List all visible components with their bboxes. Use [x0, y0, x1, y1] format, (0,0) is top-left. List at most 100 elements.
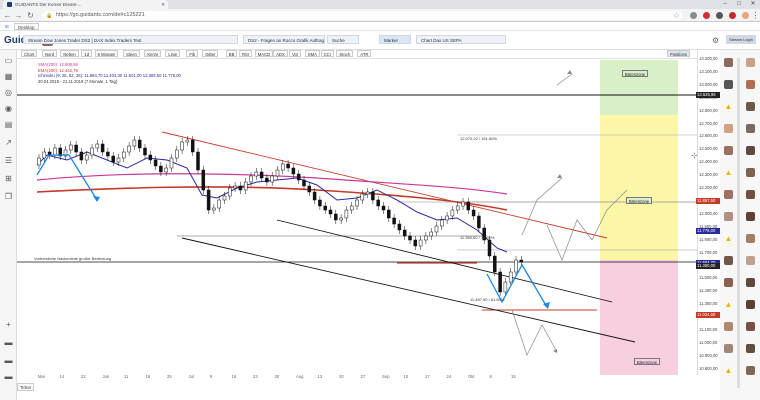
- toolbar-button-11[interactable]: RSI: [239, 50, 252, 57]
- settings-icon[interactable]: ⚙: [712, 36, 719, 45]
- extension-icon[interactable]: [729, 12, 736, 19]
- list-icon[interactable]: ☰: [3, 156, 14, 165]
- reload-icon[interactable]: ↻: [26, 10, 35, 21]
- close-window-icon[interactable]: ✕: [746, 0, 760, 9]
- toolbar-button-5[interactable]: Ideen: [123, 50, 140, 57]
- toolbar-button-4[interactable]: 6 Monate: [94, 50, 119, 57]
- extension-icon[interactable]: [716, 12, 723, 19]
- grid-icon[interactable]: ⊞: [3, 174, 14, 183]
- browser-tab[interactable]: GUIDANTS Der Korner Dream-... ✕: [3, 0, 168, 9]
- toolbar-button-6[interactable]: Kerze: [144, 50, 162, 57]
- add-icon[interactable]: +: [3, 320, 14, 329]
- positions-button[interactable]: Positions: [667, 50, 690, 57]
- avatar[interactable]: [746, 278, 755, 287]
- monitor-icon[interactable]: ▭: [3, 56, 14, 65]
- avatar[interactable]: [746, 234, 755, 243]
- target-icon[interactable]: ◎: [3, 88, 14, 97]
- price-tick-label: 12.300,00: [699, 172, 718, 178]
- toolbar-button-1[interactable]: Nord: [42, 50, 58, 57]
- tab-suche[interactable]: Suche: [327, 35, 359, 44]
- tab-chart-dax[interactable]: Chart Dax US SEPA: [416, 35, 506, 44]
- annotation-fib-b: 11.487,90 / 61.80%: [470, 297, 505, 302]
- maximize-icon[interactable]: □: [732, 0, 746, 9]
- profile-icon[interactable]: [742, 12, 749, 19]
- toolbar-button-14[interactable]: Vol: [289, 50, 301, 57]
- toolbar-button-10[interactable]: BB: [225, 50, 238, 57]
- toolbar-button-3[interactable]: 1d: [81, 50, 93, 57]
- url-input[interactable]: 🔒 https://go.guidants.com/de#c125221: [42, 11, 682, 20]
- avatar[interactable]: [746, 80, 755, 89]
- avatar[interactable]: [724, 256, 733, 265]
- tab-fragen[interactable]: DS2 - Fragen an Rocco Grafik Auftrag Tec…: [243, 35, 325, 44]
- toolbar-button-2[interactable]: Neben: [60, 50, 79, 57]
- avatar[interactable]: [724, 124, 733, 133]
- avatar[interactable]: [724, 190, 733, 199]
- avatar[interactable]: [746, 102, 755, 111]
- price-chart[interactable]: ⊹: [17, 60, 697, 380]
- avatar[interactable]: [724, 322, 733, 331]
- copy-icon[interactable]: ❐: [3, 192, 14, 201]
- toolbar-button-12[interactable]: MACD: [254, 50, 274, 57]
- menu-icon[interactable]: ⋮: [751, 10, 760, 21]
- avatar[interactable]: [724, 58, 733, 67]
- briefcase-icon[interactable]: ▤: [3, 120, 14, 129]
- avatar[interactable]: [746, 322, 755, 331]
- folder-icon[interactable]: ▬: [3, 372, 14, 381]
- avatar[interactable]: [746, 168, 755, 177]
- trend-icon[interactable]: ↗: [3, 138, 14, 147]
- toolbar-button-18[interactable]: ATR: [357, 50, 372, 57]
- tab-marker[interactable]: Marker: [379, 35, 411, 44]
- bookmark-item[interactable]: Desktop: [14, 23, 39, 30]
- triangle-icon[interactable]: ▲: [724, 234, 733, 243]
- avatar[interactable]: [746, 256, 755, 265]
- forward-icon[interactable]: →: [14, 10, 23, 21]
- avatar[interactable]: [746, 124, 755, 133]
- bookmark-apps-icon[interactable]: ⊞: [2, 23, 12, 30]
- candle-body: [307, 185, 312, 193]
- toolbar-button-16[interactable]: CCI: [320, 50, 334, 57]
- avatar[interactable]: [724, 344, 733, 353]
- toolbar-button-7[interactable]: Linie: [165, 50, 181, 57]
- minimize-icon[interactable]: –: [718, 0, 732, 9]
- avatar[interactable]: [724, 80, 733, 89]
- avatar[interactable]: [746, 212, 755, 221]
- folder-icon[interactable]: ▬: [3, 338, 14, 347]
- avatar[interactable]: [746, 58, 755, 67]
- time-tick-label: 22: [81, 374, 86, 379]
- triangle-icon[interactable]: ▲: [724, 102, 733, 111]
- share-link-button[interactable]: Stream Login: [726, 35, 756, 44]
- ticker-button[interactable]: Ticker: [17, 383, 35, 391]
- avatar[interactable]: [724, 146, 733, 155]
- avatar[interactable]: [746, 344, 755, 353]
- tab-close-icon[interactable]: ✕: [161, 2, 168, 8]
- toolbar-button-15[interactable]: SMA: [304, 50, 320, 57]
- bookmark-star-icon[interactable]: ☆: [672, 10, 681, 21]
- chart-icon[interactable]: ▦: [3, 72, 14, 81]
- view-icon[interactable]: ◉: [3, 104, 14, 113]
- price-axis[interactable]: 13.200,0013.100,0013.000,0012.900,0012.8…: [696, 50, 720, 375]
- avatar[interactable]: [746, 146, 755, 155]
- avatar[interactable]: [724, 278, 733, 287]
- avatar[interactable]: [746, 300, 755, 309]
- avatar[interactable]: [746, 190, 755, 199]
- tab-stream[interactable]: Stream Dow Jones Trader DS2 | DAX Index …: [23, 35, 238, 44]
- toolbar-button-13[interactable]: ADX: [273, 50, 288, 57]
- scrollbar[interactable]: [737, 58, 740, 388]
- avatar[interactable]: [746, 366, 755, 375]
- adblock-icon[interactable]: [703, 12, 710, 19]
- time-tick-label: 18: [145, 374, 151, 379]
- triangle-icon[interactable]: ▲: [724, 168, 733, 177]
- toolbar-button-17[interactable]: Stoch: [336, 50, 354, 57]
- toolbar-button-9[interactable]: Gitter: [202, 50, 219, 57]
- price-tick-label: 11.000,00: [699, 339, 718, 345]
- triangle-icon[interactable]: ▲: [724, 300, 733, 309]
- time-tick-label: 9: [210, 374, 213, 379]
- candle-body: [387, 209, 391, 219]
- toolbar-button-8[interactable]: Fib: [186, 50, 199, 57]
- extension-icon[interactable]: [690, 12, 697, 19]
- back-icon[interactable]: ←: [3, 10, 12, 21]
- toolbar-button-0[interactable]: Chart: [21, 50, 38, 57]
- folder-icon[interactable]: ▬: [3, 356, 14, 365]
- avatar[interactable]: [724, 212, 733, 221]
- triangle-icon[interactable]: ▲: [724, 366, 733, 375]
